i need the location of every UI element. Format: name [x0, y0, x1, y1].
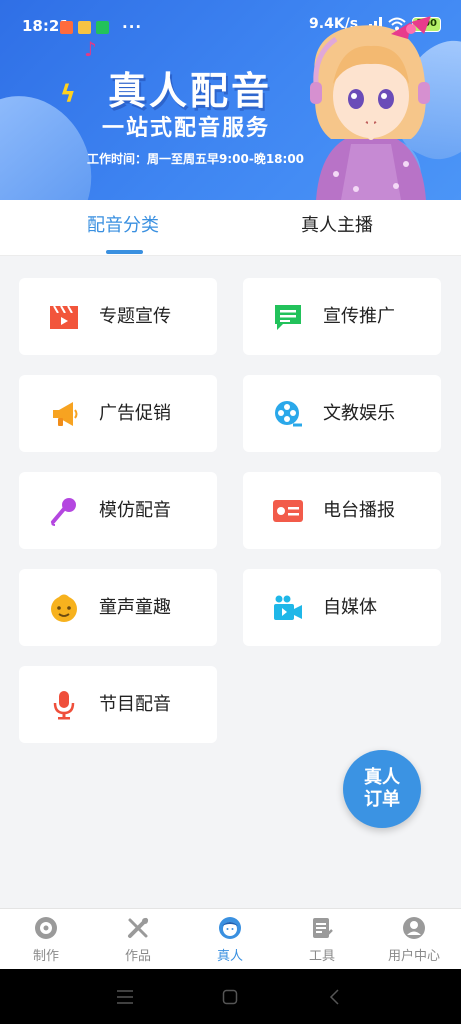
nav-label: 制作: [32, 949, 59, 964]
category-card[interactable]: 文教娱乐: [243, 375, 441, 452]
banner-title: 真人配音: [108, 69, 273, 113]
tab-bar: 配音分类 真人主播: [0, 200, 461, 256]
category-card[interactable]: 自媒体: [243, 569, 441, 646]
category-card[interactable]: 童声童趣: [19, 569, 217, 646]
podcast-mic-icon: [53, 691, 75, 720]
header-banner: 18:21 ··· 9.4K/s 100 ♪ ϟ 真人配音 一站式配音服务 工作…: [0, 0, 461, 200]
microphone-icon: [51, 498, 76, 526]
lightning-icon: ϟ: [60, 80, 76, 108]
nav-label: 作品: [124, 949, 151, 964]
category-label: 自媒体: [323, 597, 377, 618]
clapperboard-icon: [50, 305, 78, 329]
tab-voice-anchors[interactable]: 真人主播: [222, 200, 452, 256]
radio-card-icon: [273, 500, 303, 522]
nav-label: 用户中心: [387, 949, 440, 964]
bottom-nav: 制作 作品 真人 工具 用户中心: [0, 908, 461, 969]
nav-item-works[interactable]: 作品: [92, 909, 184, 970]
tools-icon: [128, 918, 148, 938]
category-card[interactable]: 宣传推广: [243, 278, 441, 355]
nav-item-tools[interactable]: 工具: [276, 909, 368, 970]
mail-notification-icon: [60, 20, 73, 34]
download-notification-icon: [96, 20, 109, 34]
video-camera-icon: [274, 595, 302, 620]
category-card[interactable]: 节目配音: [19, 666, 217, 743]
message-icon: [275, 305, 301, 330]
category-label: 广告促销: [99, 403, 171, 424]
app-notification-icon: [78, 20, 91, 34]
anime-girl-illustration: [310, 16, 431, 200]
person-icon: [219, 917, 241, 939]
category-card[interactable]: 模仿配音: [19, 472, 217, 549]
category-label: 童声童趣: [99, 597, 171, 618]
disc-icon: [35, 917, 57, 939]
menu-icon[interactable]: [116, 989, 134, 1005]
category-card[interactable]: 广告促销: [19, 375, 217, 452]
category-label: 文教娱乐: [323, 403, 395, 424]
nav-label: 真人: [216, 949, 243, 964]
nav-label: 工具: [308, 949, 335, 964]
category-label: 电台播报: [323, 500, 395, 521]
voice-order-button[interactable]: 真人 订单: [343, 750, 421, 828]
category-label: 专题宣传: [99, 306, 171, 327]
more-notifications-icon: ···: [122, 18, 143, 36]
working-hours: 工作时间：周一至周五早9:00-晚18:00: [87, 152, 305, 166]
system-nav-bar: [0, 969, 461, 1024]
nav-item-user-center[interactable]: 用户中心: [368, 909, 460, 970]
tab-dubbing-categories[interactable]: 配音分类: [8, 200, 238, 256]
category-card[interactable]: 电台播报: [243, 472, 441, 549]
category-label: 模仿配音: [99, 500, 171, 521]
active-tab-indicator: [106, 250, 143, 254]
megaphone-icon: [53, 402, 78, 426]
nav-item-make[interactable]: 制作: [0, 909, 92, 970]
fab-line1: 真人: [364, 767, 400, 788]
category-card[interactable]: 专题宣传: [19, 278, 217, 355]
category-label: 节目配音: [99, 694, 171, 715]
decor-blob: [0, 77, 112, 200]
user-circle-icon: [403, 917, 425, 939]
nav-item-real-person[interactable]: 真人: [184, 909, 276, 970]
category-label: 宣传推广: [323, 306, 395, 327]
notepad-icon: [313, 918, 333, 938]
fab-line2: 订单: [364, 789, 400, 810]
notification-icons: ···: [60, 18, 142, 36]
banner-subtitle: 一站式配音服务: [102, 116, 271, 141]
film-reel-icon: [275, 401, 302, 427]
music-note-icon: ♪: [84, 37, 97, 61]
back-icon[interactable]: [328, 989, 340, 1005]
home-icon[interactable]: [222, 989, 238, 1005]
child-face-icon: [51, 594, 77, 622]
